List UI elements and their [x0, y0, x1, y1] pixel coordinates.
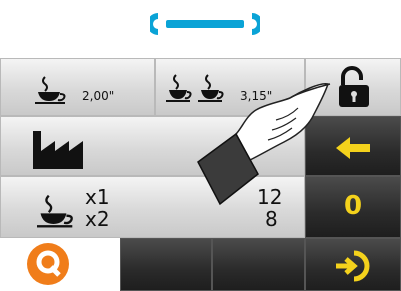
empty-slot-2 — [212, 238, 305, 291]
reset-counter-button[interactable]: 0 — [305, 176, 401, 238]
counter-value-single: 12 — [257, 185, 283, 209]
counter-label-single: x1 — [85, 185, 110, 209]
factory-icon — [31, 127, 91, 173]
back-button[interactable] — [305, 116, 401, 176]
single-espresso-time: 2,00" — [82, 89, 115, 103]
single-espresso-button[interactable]: 2,00" — [0, 58, 155, 116]
double-espresso-button[interactable]: 3,15" — [155, 58, 305, 116]
wrench-icon — [147, 10, 263, 38]
brand-logo-area — [0, 238, 120, 291]
double-espresso-time: 3,15" — [240, 89, 273, 103]
counter-value-double: 8 — [265, 207, 278, 231]
double-coffee-cup-icon — [166, 73, 228, 109]
padlock-open-icon — [335, 65, 373, 113]
empty-slot-1 — [120, 238, 212, 291]
reset-counter-label: 0 — [343, 191, 363, 221]
coffee-cup-icon — [37, 193, 77, 233]
factory-settings-button[interactable] — [0, 116, 305, 176]
q-logo-icon — [24, 241, 72, 291]
arrow-left-icon — [334, 135, 374, 165]
lock-button[interactable] — [305, 58, 401, 116]
counter-label-double: x2 — [85, 207, 110, 231]
exit-icon — [334, 247, 376, 289]
coffee-counters-panel: x1 x2 12 8 — [0, 176, 305, 238]
exit-button[interactable] — [305, 238, 401, 291]
coffee-cup-icon — [35, 75, 69, 109]
